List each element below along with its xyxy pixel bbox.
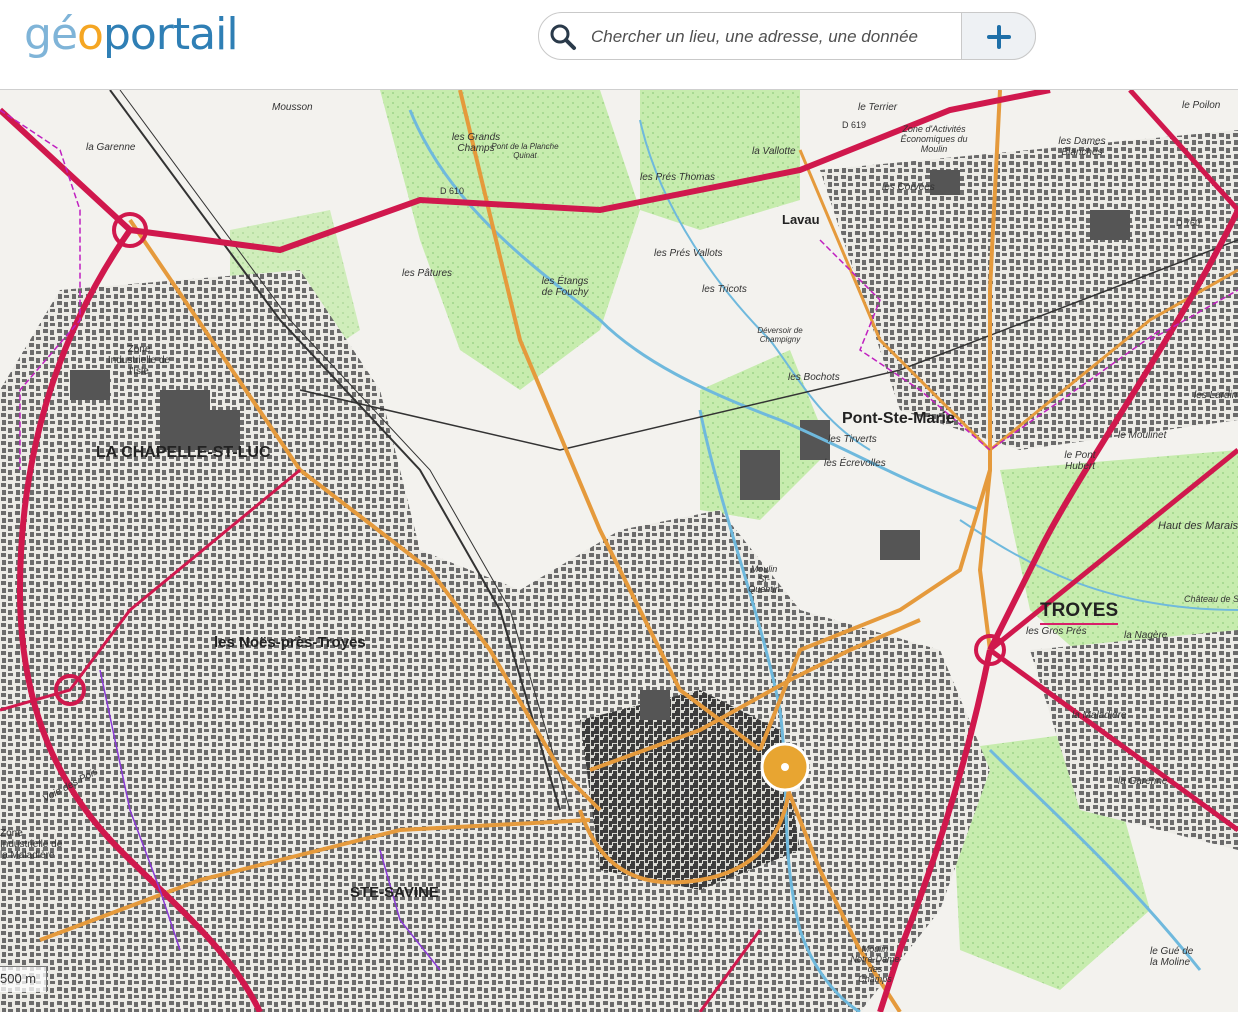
search-icon[interactable] <box>549 23 577 51</box>
logo-o: o <box>77 9 104 60</box>
label-les-corvees: les Corvées <box>882 182 935 193</box>
label-les-bochots: les Bochots <box>788 372 840 383</box>
label-les-etangs: les Étangs de Fouchy <box>541 276 589 298</box>
label-d760: D 760 <box>1176 218 1201 228</box>
search-input[interactable] <box>589 22 943 52</box>
plus-icon <box>987 25 1011 49</box>
label-les-dames-blanches: les Dames Blanches <box>1058 136 1106 158</box>
label-lavau: Lavau <box>782 212 820 227</box>
label-le-terrier: le Terrier <box>858 102 898 113</box>
label-les-pres-thomas: les Prés Thomas <box>640 172 716 183</box>
label-les-pres-vallots: les Prés Vallots <box>654 248 723 259</box>
label-les-tricots: les Tricots <box>702 284 747 295</box>
label-les-gros-pres: les Gros Prés <box>1026 626 1087 637</box>
label-la-nagere: la Nagère <box>1124 630 1168 641</box>
map-view[interactable]: LA CHAPELLE-ST-LUC Pont-Ste-Marie les No… <box>0 90 1238 1012</box>
header: géoportail <box>0 0 1238 90</box>
search-bar <box>538 12 1036 60</box>
label-la-chapelle-st-luc: LA CHAPELLE-ST-LUC <box>96 444 271 461</box>
label-pont-ste-marie: Pont-Ste-Marie <box>842 410 955 427</box>
label-la-garenne-nw: la Garenne <box>86 142 136 153</box>
label-les-ecrevolles: les Écrevolles <box>824 458 886 469</box>
add-button[interactable] <box>961 12 1036 60</box>
label-troyes: TROYES <box>1040 600 1119 625</box>
label-le-pont-hubert: le Pont Hubert <box>1064 450 1096 472</box>
geoportail-logo[interactable]: géoportail <box>24 9 239 60</box>
label-la-garenne: la Garenne <box>1118 776 1168 787</box>
logo-portail: portail <box>102 9 239 60</box>
label-chateau: Château de St-P. <box>1184 594 1238 604</box>
label-la-vallotte: la Vallotte <box>752 146 796 157</box>
label-le-poilon: le Poilon <box>1182 100 1221 111</box>
label-haut-des-marais: Haut des Marais <box>1158 520 1238 532</box>
scale-bar: 500 m <box>0 966 48 992</box>
label-les-noes-pres-troyes: les Noës-près-Troyes <box>214 634 366 651</box>
label-mousson: Mousson <box>272 102 313 113</box>
label-deversoir: Déversoir de Champigny <box>757 326 803 344</box>
label-les-tirverts: les Tirverts <box>828 434 877 445</box>
label-ste-savine: STE-SAVINE <box>350 884 439 901</box>
label-moulin-st-quentin: Moulin St-Quentin <box>748 564 780 594</box>
label-d619: D 619 <box>842 120 867 130</box>
label-d610: D 610 <box>440 186 465 196</box>
label-les-lardins: les Lardins <box>1194 390 1238 401</box>
scale-label: 500 m <box>0 971 37 986</box>
label-le-gue: le Gué de la Moline <box>1150 946 1194 968</box>
topo-map-canvas <box>0 90 1238 1012</box>
logo-e: é <box>50 9 78 60</box>
label-zone-activites: Zone d'Activités Économiques du Moulin <box>900 124 968 154</box>
label-zone-maladiere: Zone Industrielle de la Maladière <box>0 828 63 861</box>
location-pin-icon[interactable] <box>760 742 810 792</box>
label-la-maladiere: la Maladière <box>1072 710 1127 721</box>
logo-g: g <box>24 9 52 60</box>
label-notre-dame: Moulin Notre-Dame des Champs <box>850 944 900 984</box>
label-zone-isle: Zone Industrielle de l'Isle <box>107 344 171 377</box>
label-pont-planche: Pont de la Planche Quinat <box>491 142 559 160</box>
label-le-moulinet: le Moulinet <box>1118 430 1167 441</box>
label-les-patures: les Pâtures <box>402 268 453 279</box>
